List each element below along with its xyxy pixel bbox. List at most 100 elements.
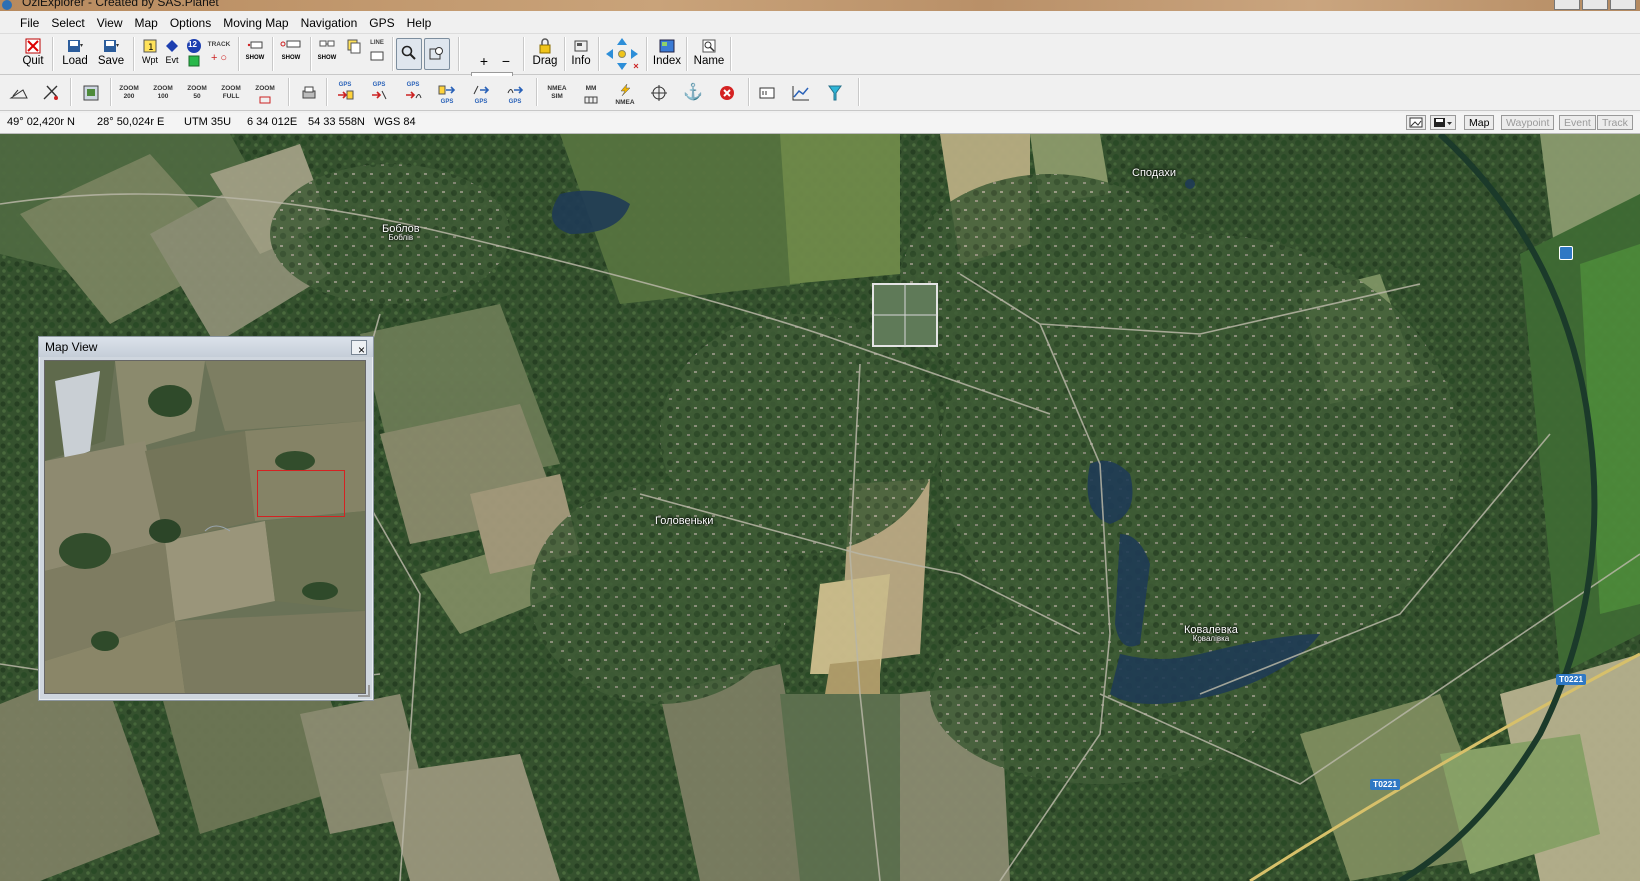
road-badge-t0221: T0221 bbox=[1556, 674, 1587, 685]
map-features-button[interactable] bbox=[752, 82, 782, 104]
save-view-button[interactable] bbox=[1430, 115, 1456, 130]
zoom-window-button[interactable]: ZOOM bbox=[250, 82, 280, 104]
map-tool-button[interactable] bbox=[36, 82, 66, 104]
tab-waypoint[interactable]: Waypoint bbox=[1501, 115, 1555, 130]
menu-navigation[interactable]: Navigation bbox=[295, 13, 364, 33]
utm-zone: UTM 35U bbox=[184, 116, 232, 128]
gps-download-track-button[interactable]: GPS bbox=[500, 82, 530, 105]
crosshair-button[interactable] bbox=[644, 82, 674, 104]
map-objects-button[interactable]: SHOW bbox=[316, 36, 338, 61]
map-view-titlebar[interactable]: Map View × bbox=[39, 337, 373, 357]
map-features-icon bbox=[759, 87, 775, 99]
menu-help[interactable]: Help bbox=[401, 13, 438, 33]
line-button[interactable]: LINE bbox=[366, 36, 388, 61]
gps-download-route-button[interactable]: GPS bbox=[466, 82, 496, 105]
gps-download-wpt-button[interactable]: GPS bbox=[432, 82, 462, 105]
anchor-icon: ⚓ bbox=[683, 84, 703, 101]
lock-icon bbox=[539, 38, 551, 54]
green-square-icon bbox=[188, 55, 200, 67]
poi-marker-icon[interactable] bbox=[1559, 246, 1573, 260]
print-button[interactable] bbox=[294, 82, 324, 104]
load-button[interactable]: Load bbox=[60, 36, 90, 67]
map-image-button[interactable] bbox=[1406, 115, 1426, 130]
menu-options[interactable]: Options bbox=[164, 13, 217, 33]
save-icon bbox=[104, 40, 119, 52]
find-name-button[interactable]: Name bbox=[692, 36, 726, 67]
gps-upload-route-button[interactable]: GPS bbox=[364, 82, 394, 104]
waypoint-button[interactable]: 1 Wpt bbox=[140, 36, 160, 65]
quit-button[interactable]: Quit bbox=[22, 36, 44, 67]
zoom-200-button[interactable]: ZOOM 200 bbox=[114, 82, 144, 104]
waypoint-number-button[interactable]: 12 bbox=[184, 36, 204, 67]
nmea-button[interactable]: NMEA bbox=[610, 82, 640, 106]
drag-button[interactable]: Drag bbox=[530, 36, 560, 67]
gps-download-icon bbox=[438, 85, 456, 95]
pan-arrows-button[interactable] bbox=[602, 36, 642, 72]
tab-map[interactable]: Map bbox=[1464, 115, 1495, 130]
latitude-readout: 49° 02,420r N bbox=[7, 116, 75, 128]
zoom-in-button[interactable]: + bbox=[478, 54, 490, 69]
quit-icon bbox=[25, 38, 41, 54]
overview-imagery bbox=[45, 361, 365, 693]
save-button[interactable]: Save bbox=[96, 36, 126, 67]
rotate-map-button[interactable] bbox=[4, 82, 34, 104]
proximity-button[interactable] bbox=[820, 82, 850, 104]
overview-map[interactable] bbox=[44, 360, 366, 694]
disk-icon bbox=[1434, 118, 1452, 127]
diamond-icon bbox=[166, 40, 178, 52]
map-view-window[interactable]: Map View × bbox=[38, 336, 374, 701]
map-view-close-button[interactable]: × bbox=[351, 340, 367, 357]
route-show-button[interactable]: SHOW bbox=[278, 36, 304, 61]
map-canvas[interactable]: Боблов Боблів Сподахи Головеньки Ковалев… bbox=[0, 134, 1640, 881]
graph-icon bbox=[792, 86, 809, 101]
menu-moving-map[interactable]: Moving Map bbox=[217, 13, 294, 33]
magnifier-icon bbox=[401, 45, 416, 60]
tab-event[interactable]: Event bbox=[1559, 115, 1596, 130]
anchor-button[interactable]: ⚓ bbox=[678, 82, 708, 104]
minimize-button[interactable] bbox=[1554, 0, 1580, 10]
waypoint-icon: 1 bbox=[143, 39, 157, 53]
elevation-graph-button[interactable] bbox=[786, 82, 816, 104]
find-icon bbox=[702, 39, 716, 53]
zoom-100-button[interactable]: ZOOM 100 bbox=[148, 82, 178, 104]
menu-map[interactable]: Map bbox=[129, 13, 164, 33]
track-show-button[interactable]: SHOW bbox=[244, 36, 266, 61]
menu-gps[interactable]: GPS bbox=[363, 13, 400, 33]
secondary-toolbar: ZOOM 200 ZOOM 100 ZOOM 50 ZOOM FULL ZOOM GPS… bbox=[0, 76, 1640, 111]
maximize-button[interactable] bbox=[1582, 0, 1608, 10]
moving-map-button[interactable]: MM bbox=[576, 82, 606, 104]
easting-readout: 6 34 012E bbox=[247, 116, 298, 128]
gps-download-track-icon bbox=[507, 86, 524, 94]
name-position-button[interactable] bbox=[344, 36, 364, 54]
zoom-full-button[interactable]: ZOOM FULL bbox=[216, 82, 246, 104]
gps-transfer-icon bbox=[338, 90, 354, 100]
event-button[interactable]: Evt bbox=[162, 36, 182, 65]
gps-upload-wpt-button[interactable]: GPS bbox=[330, 82, 360, 104]
zoom-50-button[interactable]: ZOOM 50 bbox=[182, 82, 212, 104]
resize-grip-icon[interactable] bbox=[358, 685, 370, 697]
overview-viewport-indicator[interactable] bbox=[257, 470, 345, 517]
menu-view[interactable]: View bbox=[91, 13, 129, 33]
menu-file[interactable]: File bbox=[0, 13, 45, 33]
zoom-out-button[interactable]: − bbox=[500, 53, 512, 69]
map-window-button[interactable] bbox=[76, 82, 106, 104]
info-button[interactable]: Info bbox=[568, 36, 594, 67]
nmea-sim-button[interactable]: NMEA SIM bbox=[542, 82, 572, 104]
tab-track[interactable]: Track bbox=[1597, 115, 1633, 130]
zoom-tool-button[interactable] bbox=[396, 38, 422, 70]
index-button[interactable]: Index bbox=[652, 36, 682, 67]
objects-icon bbox=[319, 40, 335, 47]
close-window-button[interactable] bbox=[1610, 0, 1636, 10]
stop-button[interactable] bbox=[712, 82, 742, 104]
load-icon bbox=[68, 40, 83, 52]
route-icon bbox=[280, 40, 301, 48]
gps-track-icon bbox=[406, 91, 422, 99]
zoom-rect-button[interactable] bbox=[424, 38, 450, 70]
minus-icon: − bbox=[501, 53, 511, 69]
close-icon: × bbox=[358, 343, 366, 357]
menu-select[interactable]: Select bbox=[45, 13, 90, 33]
place-label-kovalevka: Ковалевка Ковалівка bbox=[1184, 624, 1238, 643]
map-view-title: Map View bbox=[45, 340, 98, 354]
track-button[interactable]: TRACK + ○ bbox=[205, 36, 233, 64]
gps-upload-track-button[interactable]: GPS bbox=[398, 82, 428, 104]
